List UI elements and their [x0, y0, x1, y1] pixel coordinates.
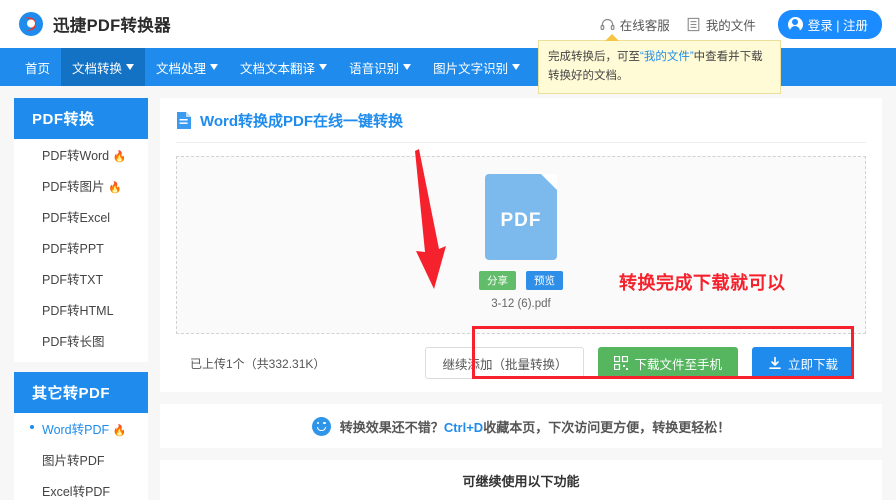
action-bar: 已上传1个（共332.31K） 继续添加（批量转换） [176, 334, 866, 392]
nav-item-doc-translate[interactable]: 文档文本翻译 [229, 48, 338, 86]
preview-button[interactable]: 预览 [526, 271, 563, 290]
nav-item-speech-recognition[interactable]: 语音识别 [338, 48, 422, 86]
pdf-file-icon[interactable]: PDF [485, 174, 557, 260]
pdf-thumb-label: PDF [501, 210, 542, 232]
brand-name: 迅捷PDF转换器 [53, 12, 171, 36]
sidebar-item-label: Excel转PDF [42, 485, 110, 499]
page-title: Word转换成PDF在线一键转换 [176, 110, 866, 143]
nav-item-doc-process[interactable]: 文档处理 [145, 48, 229, 86]
more-features-heading: 可继续使用以下功能 [462, 471, 579, 490]
nav-item-doc-convert[interactable]: 文档转换 [61, 48, 145, 86]
sidebar: PDF转换 PDF转Word 🔥 PDF转图片 🔥 PDF转Excel PDF转… [14, 98, 148, 500]
nav-label: 首页 [25, 58, 50, 77]
sidebar-item-pdf-to-txt[interactable]: PDF转TXT [14, 263, 148, 294]
online-service-link[interactable]: 在线客服 [600, 15, 670, 34]
online-service-label: 在线客服 [620, 15, 670, 34]
nav-label: 图片文字识别 [433, 58, 508, 77]
chevron-down-icon [512, 64, 520, 70]
sidebar-item-pdf-to-image[interactable]: PDF转图片 🔥 [14, 170, 148, 201]
file-action-chips: 分享 预览 [479, 271, 563, 290]
sidebar-group-title: PDF转换 [14, 98, 148, 139]
sidebar-item-pdf-to-excel[interactable]: PDF转Excel [14, 201, 148, 232]
download-to-phone-label: 下载文件至手机 [634, 354, 722, 373]
sidebar-item-label: PDF转HTML [42, 304, 114, 318]
page-body: PDF转换 PDF转Word 🔥 PDF转图片 🔥 PDF转Excel PDF转… [0, 86, 896, 500]
nav-item-ocr[interactable]: 图片文字识别 [422, 48, 531, 86]
qrcode-icon [614, 356, 628, 370]
sidebar-item-label: PDF转Excel [42, 211, 110, 225]
hot-icon: 🔥 [113, 151, 127, 163]
hot-icon: 🔥 [108, 182, 122, 194]
nav-label: 语音识别 [349, 58, 399, 77]
sidebar-item-label: Word转PDF [42, 423, 109, 437]
chevron-down-icon [126, 64, 134, 70]
sidebar-item-label: PDF转长图 [42, 335, 105, 349]
nav-label: 文档转换 [72, 58, 122, 77]
smiley-icon [312, 417, 331, 436]
bookmark-after: 收藏本页，下次访问更方便，转换更轻松！ [483, 420, 730, 435]
chevron-down-icon [210, 64, 218, 70]
sidebar-item-pdf-to-longimage[interactable]: PDF转长图 [14, 325, 148, 356]
upload-status: 已上传1个（共332.31K） [182, 355, 325, 372]
converted-file: PDF 分享 预览 3-12 (6).pdf [177, 174, 865, 310]
headset-icon [600, 17, 615, 32]
main-content: Word转换成PDF在线一键转换 PDF 分享 预览 3-12 (6).pdf … [160, 98, 882, 500]
my-files-tooltip: 完成转换后，可至“我的文件”中查看并下载转换好的文档。 [538, 40, 781, 94]
sidebar-item-pdf-to-html[interactable]: PDF转HTML [14, 294, 148, 325]
login-register-button[interactable]: 登录 | 注册 [778, 10, 882, 39]
sidebar-group-to-pdf: 其它转PDF Word转PDF 🔥 图片转PDF Excel转PDF PPT转P… [14, 372, 148, 500]
sidebar-item-excel-to-pdf[interactable]: Excel转PDF [14, 475, 148, 500]
sidebar-group-pdf-convert: PDF转换 PDF转Word 🔥 PDF转图片 🔥 PDF转Excel PDF转… [14, 98, 148, 362]
tooltip-text-before: 完成转换后，可至 [548, 51, 640, 63]
nav-item-home[interactable]: 首页 [14, 48, 61, 86]
continue-add-button[interactable]: 继续添加（批量转换） [425, 347, 584, 379]
tooltip-highlight: “我的文件” [640, 51, 694, 63]
file-drop-zone[interactable]: PDF 分享 预览 3-12 (6).pdf [176, 156, 866, 334]
continue-add-label: 继续添加（批量转换） [442, 354, 567, 373]
document-icon [176, 111, 192, 130]
sidebar-item-label: 图片转PDF [42, 454, 105, 468]
login-register-label: 登录 | 注册 [808, 15, 868, 34]
sidebar-item-word-to-pdf[interactable]: Word转PDF 🔥 [14, 413, 148, 444]
bookmark-before: 转换效果还不错？ [340, 420, 444, 435]
converter-card: Word转换成PDF在线一键转换 PDF 分享 预览 3-12 (6).pdf … [160, 98, 882, 392]
sidebar-item-label: PDF转图片 [42, 180, 105, 194]
sidebar-item-label: PDF转Word [42, 149, 109, 163]
my-files-link[interactable]: 我的文件 [686, 15, 756, 34]
sidebar-divider [14, 362, 148, 372]
bookmark-shortcut: Ctrl+D [444, 420, 483, 435]
more-features-bar: 可继续使用以下功能 [160, 460, 882, 500]
chevron-down-icon [319, 64, 327, 70]
sidebar-item-pdf-to-word[interactable]: PDF转Word 🔥 [14, 139, 148, 170]
share-button[interactable]: 分享 [479, 271, 516, 290]
sidebar-item-pdf-to-ppt[interactable]: PDF转PPT [14, 232, 148, 263]
nav-label: 文档文本翻译 [240, 58, 315, 77]
download-now-label: 立即下载 [788, 354, 838, 373]
action-buttons: 继续添加（批量转换） 下载文件至手机 [425, 347, 862, 379]
header-actions: 在线客服 我的文件 登录 | 注册 [600, 10, 882, 39]
file-name: 3-12 (6).pdf [491, 298, 550, 310]
bookmark-tip-text: 转换效果还不错？Ctrl+D收藏本页，下次访问更方便，转换更轻松！ [340, 417, 730, 436]
chevron-down-icon [403, 64, 411, 70]
download-now-button[interactable]: 立即下载 [752, 347, 854, 379]
sidebar-group-title: 其它转PDF [14, 372, 148, 413]
hot-icon: 🔥 [113, 425, 127, 437]
brand[interactable]: 迅捷PDF转换器 [18, 11, 171, 37]
sidebar-item-label: PDF转TXT [42, 273, 103, 287]
page-title-label: Word转换成PDF在线一键转换 [200, 110, 403, 131]
download-icon [768, 356, 782, 370]
bookmark-tip-bar: 转换效果还不错？Ctrl+D收藏本页，下次访问更方便，转换更轻松！ [160, 404, 882, 448]
app-logo-icon [18, 11, 44, 37]
sidebar-item-label: PDF转PPT [42, 242, 104, 256]
user-avatar-icon [788, 17, 803, 32]
file-list-icon [686, 17, 701, 32]
download-to-phone-button[interactable]: 下载文件至手机 [598, 347, 738, 379]
nav-label: 文档处理 [156, 58, 206, 77]
my-files-label: 我的文件 [706, 15, 756, 34]
sidebar-item-image-to-pdf[interactable]: 图片转PDF [14, 444, 148, 475]
